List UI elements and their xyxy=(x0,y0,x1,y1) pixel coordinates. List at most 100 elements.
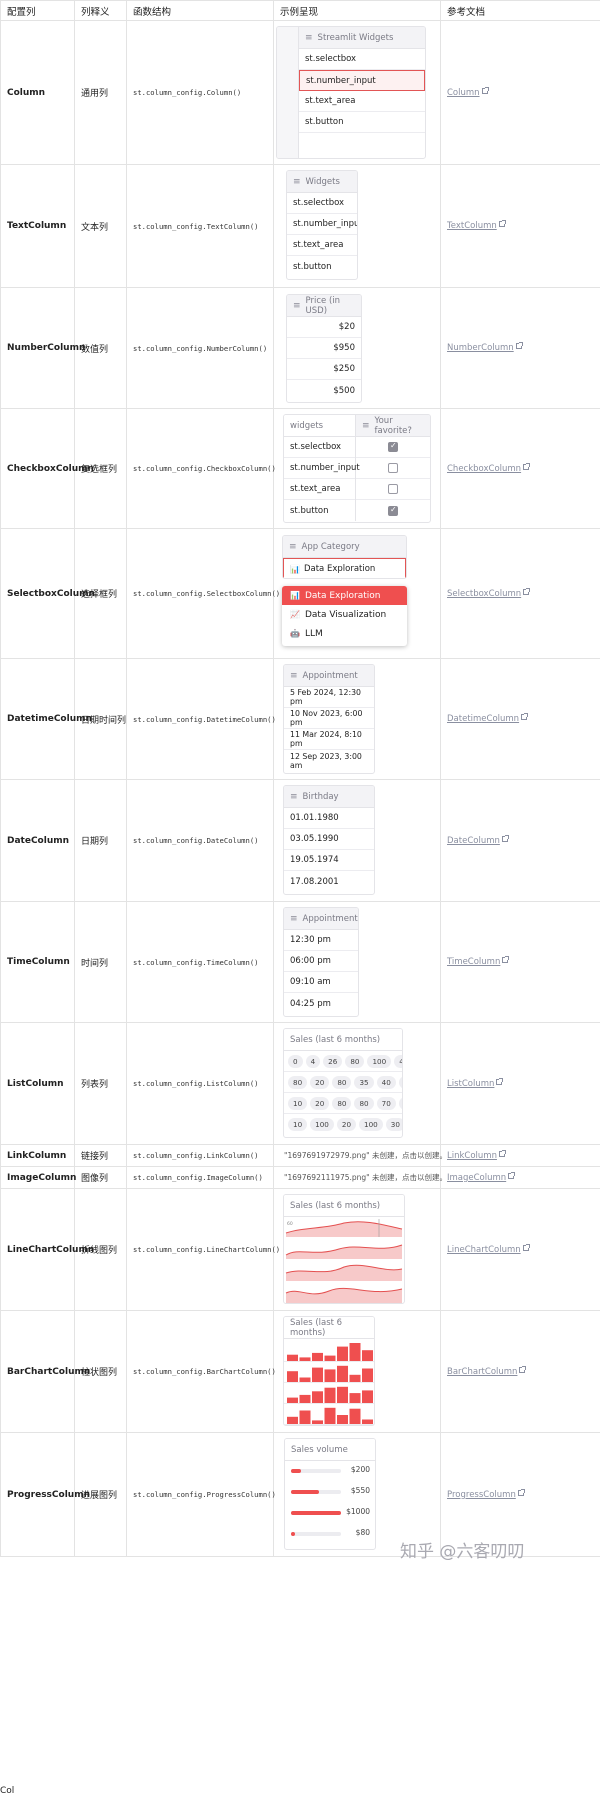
grid-header: Appointment xyxy=(302,913,358,924)
grid-cell[interactable]: $500 xyxy=(287,380,361,401)
bar-mark xyxy=(299,1410,311,1424)
demo-linechart-column: Sales (last 6 months) 60 xyxy=(273,1188,441,1311)
selectbox-dropdown: 📊 Data Exploration 📈 Data Visualization 🤖 L… xyxy=(282,586,407,646)
grid-cell[interactable]: $20 xyxy=(287,317,361,338)
bar-mark xyxy=(362,1368,373,1382)
doc-link[interactable]: CheckboxColumn xyxy=(440,408,600,529)
progress-fill xyxy=(291,1532,295,1536)
bar-mark xyxy=(287,1371,298,1382)
grid-cell-selected[interactable]: st.number_input xyxy=(299,70,425,91)
grid-cell[interactable]: st.text_area xyxy=(299,91,425,112)
doc-link[interactable]: ImageColumn xyxy=(440,1166,600,1189)
doc-link[interactable]: TimeColumn xyxy=(440,901,600,1023)
checkbox-unchecked[interactable] xyxy=(388,463,398,473)
selectbox-current[interactable]: 📊 Data Exploration xyxy=(283,558,406,578)
external-link-icon xyxy=(523,587,531,595)
checkbox-checked[interactable] xyxy=(388,441,398,452)
doc-link[interactable]: SelectboxColumn xyxy=(440,528,600,659)
progress-bar xyxy=(291,1532,341,1536)
grid-cell[interactable]: 12:30 pm xyxy=(284,930,358,951)
progress-fill xyxy=(291,1469,301,1473)
grid-cell-empty[interactable] xyxy=(299,133,425,154)
row-function: st.column_config.DateColumn() xyxy=(126,779,274,902)
table-row: ImageColumn 图像列 st.column_config.ImageCo… xyxy=(0,1166,600,1189)
demo-text-column: ≡ Widgets st.selectbox st.number_input st… xyxy=(273,164,441,288)
grid-cell[interactable]: 17.08.2001 xyxy=(284,871,374,892)
grid-cell[interactable]: 01.01.1980 xyxy=(284,808,374,829)
grid-header: Birthday xyxy=(302,791,339,802)
row-meaning: 列表列 xyxy=(74,1022,127,1145)
doc-link[interactable]: NumberColumn xyxy=(440,287,600,409)
list-row[interactable]: 04268010040 xyxy=(284,1051,402,1072)
list-row[interactable]: 10208080700 xyxy=(284,1093,402,1114)
bar-mark xyxy=(337,1415,348,1424)
missing-image-text[interactable]: "1697691972979.png" 未创建，点击以创建。 xyxy=(284,1151,447,1160)
header-config-column: 配置列 xyxy=(0,0,75,21)
grid-cell[interactable]: 03.05.1990 xyxy=(284,829,374,850)
external-link-icon xyxy=(517,1488,525,1496)
doc-link[interactable]: LinkColumn xyxy=(440,1144,600,1167)
dropdown-option[interactable]: 📊 Data Exploration xyxy=(282,586,407,605)
row-meaning: 文本列 xyxy=(74,164,127,288)
bar-mark xyxy=(362,1419,373,1424)
bar-mark xyxy=(312,1420,323,1424)
demo-image-column: "1697692111975.png" 未创建，点击以创建。 xyxy=(273,1166,447,1189)
bar-mark xyxy=(349,1374,361,1382)
grid-cell[interactable]: 5 Feb 2024, 12:30 pm xyxy=(284,687,374,708)
date-type-icon: ≡ xyxy=(290,791,298,802)
grid-cell[interactable]: st.number_input xyxy=(287,214,357,235)
row-meaning: 柱状图列 xyxy=(74,1310,127,1433)
doc-link[interactable]: DateColumn xyxy=(440,779,600,902)
doc-link[interactable]: Column xyxy=(440,20,600,165)
checkbox-unchecked[interactable] xyxy=(388,484,398,494)
bar-mark xyxy=(337,1346,348,1361)
missing-image-text[interactable]: "1697692111975.png" 未创建，点击以创建。 xyxy=(284,1173,447,1182)
grid-cell[interactable]: 12 Sep 2023, 3:00 am xyxy=(284,750,374,771)
row-meaning: 折线图列 xyxy=(74,1188,127,1311)
grid-cell[interactable]: 04:25 pm xyxy=(284,993,358,1014)
grid-cell[interactable]: st.button xyxy=(287,256,357,277)
grid-cell[interactable]: $250 xyxy=(287,359,361,380)
datetime-type-icon: ≡ xyxy=(290,670,298,681)
grid-cell[interactable]: $950 xyxy=(287,338,361,359)
grid-header: Appointment xyxy=(302,670,358,681)
doc-link[interactable]: TextColumn xyxy=(440,164,600,288)
robot-emoji-icon: 🤖 xyxy=(290,629,300,638)
grid-header: App Category xyxy=(301,541,360,552)
list-row[interactable]: 10 100 20 100 30 xyxy=(284,1114,402,1135)
demo-column: ≡ Streamlit Widgets st.selectbox st.numbe… xyxy=(273,20,441,165)
grid-cell[interactable]: st.selectbox xyxy=(287,193,357,214)
list-row[interactable]: 802080354010 xyxy=(284,1072,402,1093)
sparkline-lines: 60 xyxy=(285,1219,403,1303)
grid-cell[interactable]: 09:10 am xyxy=(284,972,358,993)
external-link-icon xyxy=(521,713,529,720)
grid-cell[interactable]: 19.05.1974 xyxy=(284,850,374,871)
grid-cell[interactable]: st.button xyxy=(299,112,425,133)
dropdown-option[interactable]: 🤖 LLM xyxy=(282,624,407,643)
table-row: BarChartColumn 柱状图列 st.column_config.Bar… xyxy=(0,1310,600,1433)
demo-datetime-column: ≡ Appointment 5 Feb 2024, 12:30 pm 10 Nov… xyxy=(273,658,441,780)
bar-mark xyxy=(299,1377,311,1382)
doc-link[interactable]: LineChartColumn xyxy=(440,1188,600,1311)
bar-mark xyxy=(324,1407,336,1424)
doc-link[interactable]: BarChartColumn xyxy=(440,1310,600,1433)
demo-list-column: Sales (last 6 months) 04268010040 802080… xyxy=(273,1022,441,1145)
doc-link[interactable]: ListColumn xyxy=(440,1022,600,1145)
progress-bar xyxy=(291,1511,341,1515)
grid-cell[interactable]: 11 Mar 2024, 8:10 pm xyxy=(284,729,374,750)
grid-cell[interactable]: 10 Nov 2023, 6:00 pm xyxy=(284,708,374,729)
header-meaning: 列释义 xyxy=(74,0,127,21)
row-name: ListColumn xyxy=(0,1022,75,1145)
bar-mark xyxy=(287,1354,298,1361)
row-function: st.column_config.LinkColumn() xyxy=(126,1144,274,1167)
table-row: LinkColumn 链接列 st.column_config.LinkColu… xyxy=(0,1144,600,1167)
grid-cell[interactable]: st.text_area xyxy=(287,235,357,256)
doc-link[interactable]: DatetimeColumn xyxy=(440,658,600,780)
row-name: BarChartColumn xyxy=(0,1310,90,1433)
grid-cell[interactable]: 06:00 pm xyxy=(284,951,358,972)
row-name: LineChartColumn xyxy=(0,1188,94,1311)
grid-cell[interactable]: st.selectbox xyxy=(299,49,425,70)
dropdown-option[interactable]: 📈 Data Visualization xyxy=(282,605,407,624)
row-function: st.column_config.DatetimeColumn() xyxy=(126,658,276,780)
checkbox-checked[interactable] xyxy=(388,505,398,516)
